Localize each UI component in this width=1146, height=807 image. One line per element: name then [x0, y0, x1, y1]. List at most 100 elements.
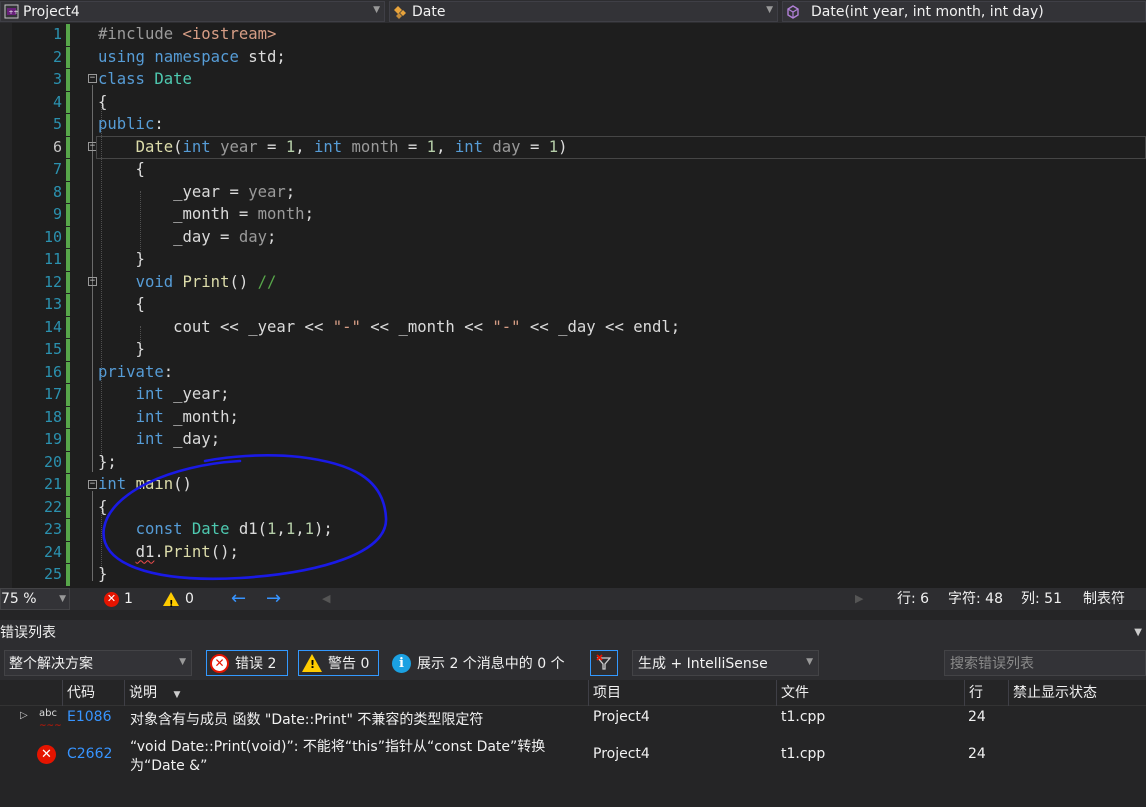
line-number: 13 [43, 295, 62, 313]
line-number: 23 [43, 520, 62, 538]
member-label: Date(int year, int month, int day) [811, 3, 1044, 20]
member-dropdown[interactable]: Date(int year, int month, int day) [782, 1, 1146, 22]
line-number: 11 [43, 250, 62, 268]
error-description: “void Date::Print(void)”: 不能将“this”指针从“c… [130, 739, 546, 755]
navigate-forward-icon[interactable]: → [266, 588, 281, 610]
line-number: 7 [52, 160, 62, 178]
column-project[interactable]: 项目 [588, 680, 776, 706]
scope-dropdown[interactable]: 整个解决方案 ▼ [4, 650, 192, 676]
build-source-dropdown[interactable]: 生成 + IntelliSense ▼ [632, 650, 819, 676]
warning-count: 0 [185, 591, 194, 607]
chevron-down-icon: ▼ [766, 5, 773, 15]
line-number: 12 [43, 272, 62, 291]
code-line-17: int _year; [135, 385, 230, 403]
error-list-title: 错误列表 ▼ [0, 620, 1146, 646]
code-line-23: const Date d1(1,1,1); [135, 520, 333, 538]
outlining-margin: − − − − [86, 23, 98, 588]
change-tracking-bar [66, 114, 70, 136]
table-row[interactable]: ✕ C2662 “void Date::Print(void)”: 不能将“th… [0, 734, 1146, 778]
method-icon [785, 4, 801, 20]
scroll-right-icon[interactable]: ▶ [855, 588, 863, 610]
project-dropdown[interactable]: ++ Project4 ▼ [0, 1, 385, 22]
error-count-indicator[interactable]: ✕ 1 [104, 588, 133, 610]
chevron-down-icon: ▼ [806, 657, 813, 667]
errors-filter-button[interactable]: ✕ 错误 2 [206, 650, 288, 676]
errors-filter-label: 错误 2 [235, 656, 277, 672]
error-description-cont: 为“Date &” [130, 758, 208, 774]
chevron-down-icon: ▼ [373, 5, 380, 15]
warning-icon [302, 654, 322, 672]
warnings-filter-button[interactable]: 警告 0 [298, 650, 379, 676]
change-tracking-bar [66, 46, 70, 68]
error-list-panel: 错误列表 ▼ 整个解决方案 ▼ ✕ 错误 2 警告 0 i 展示 2 个消息中的… [0, 610, 1146, 807]
messages-filter-button[interactable]: i 展示 2 个消息中的 0 个 [392, 650, 565, 676]
class-dropdown[interactable]: Date ▼ [389, 1, 778, 22]
error-code-link[interactable]: E1086 [67, 709, 111, 725]
error-list-toolbar: 整个解决方案 ▼ ✕ 错误 2 警告 0 i 展示 2 个消息中的 0 个 生成… [0, 646, 1146, 680]
collapse-icon[interactable]: − [88, 74, 97, 83]
filter-clear-icon [596, 654, 612, 670]
scroll-left-icon[interactable]: ◀ [322, 588, 330, 610]
warnings-filter-label: 警告 0 [328, 656, 370, 672]
line-number: 9 [52, 205, 62, 223]
zoom-dropdown[interactable]: 75 % ▼ [0, 588, 70, 610]
error-project: Project4 [593, 709, 650, 725]
column-suppression[interactable]: 禁止显示状态 [1008, 680, 1146, 706]
error-code-link[interactable]: C2662 [67, 746, 112, 762]
line-number: 24 [43, 542, 62, 561]
code-line-11: } [98, 250, 145, 268]
column-description[interactable]: 说明 ▼ [124, 680, 588, 706]
search-error-list-input[interactable]: 搜索错误列表 [944, 650, 1146, 676]
column-file[interactable]: 文件 [776, 680, 964, 706]
error-line: 24 [968, 746, 986, 762]
line-number: 21 [43, 475, 62, 493]
code-line-6: Date(int year = 1, int month = 1, int da… [135, 137, 568, 156]
change-tracking-bar [66, 24, 70, 46]
change-tracking-bar [66, 541, 70, 563]
navigate-back-icon[interactable]: ← [231, 588, 246, 610]
code-line-25: } [98, 565, 108, 583]
warning-icon [163, 592, 179, 616]
change-tracking-bar [66, 339, 70, 361]
code-line-19: int _day; [135, 430, 221, 448]
code-line-2: using namespace std; [98, 47, 286, 66]
code-line-9: _month = month; [173, 205, 314, 223]
code-line-1: #include <iostream> [98, 25, 277, 43]
class-icon [392, 4, 408, 20]
error-line: 24 [968, 709, 986, 725]
clear-filter-button[interactable] [590, 650, 618, 676]
code-editor[interactable]: 1 2 3 4 5 6 7 8 9 10 11 12 13 14 15 16 17 18 19 20 21 22 23 24 2… [0, 23, 1146, 588]
line-number: 18 [43, 407, 62, 426]
change-tracking-bar [66, 249, 70, 271]
code-line-12: void Print() // [135, 272, 277, 291]
panel-title: 错误列表 [0, 625, 56, 641]
zoom-level: 75 % [1, 591, 37, 607]
sort-icon: ▼ [173, 690, 181, 700]
warning-count-indicator[interactable]: 0 [163, 588, 194, 616]
fold-guide [92, 491, 93, 581]
code-area[interactable]: #include <iostream> using namespace std;… [98, 23, 1146, 588]
code-line-16: private: [98, 362, 174, 381]
collapse-icon[interactable]: − [88, 277, 97, 286]
column-code[interactable]: 代码 [62, 680, 124, 706]
error-count: 1 [124, 591, 133, 607]
line-number: 2 [52, 47, 62, 66]
panel-menu-icon[interactable]: ▼ [1134, 620, 1142, 646]
messages-filter-label: 展示 2 个消息中的 0 个 [417, 656, 565, 672]
change-tracking-bar [66, 226, 70, 248]
change-tracking-bar [66, 69, 70, 91]
project-icon: ++ [3, 4, 19, 20]
table-row[interactable]: ▷ abc ~~~ E1086 对象含有与成员 函数 "Date::Print" … [0, 707, 1146, 731]
code-line-8: _year = year; [173, 182, 296, 201]
column-line[interactable]: 行 [964, 680, 1008, 706]
tabs-indicator[interactable]: 制表符 [1083, 588, 1125, 610]
error-icon: ✕ [104, 591, 119, 607]
line-number: 17 [43, 385, 62, 403]
expand-icon[interactable]: ▷ [20, 710, 28, 721]
column-icon[interactable] [34, 680, 62, 706]
row-indicator: 行: 6 [897, 591, 930, 607]
code-line-13: { [98, 295, 145, 313]
collapse-icon[interactable]: − [88, 480, 97, 489]
line-number: 8 [52, 182, 62, 201]
info-icon: i [392, 653, 411, 673]
